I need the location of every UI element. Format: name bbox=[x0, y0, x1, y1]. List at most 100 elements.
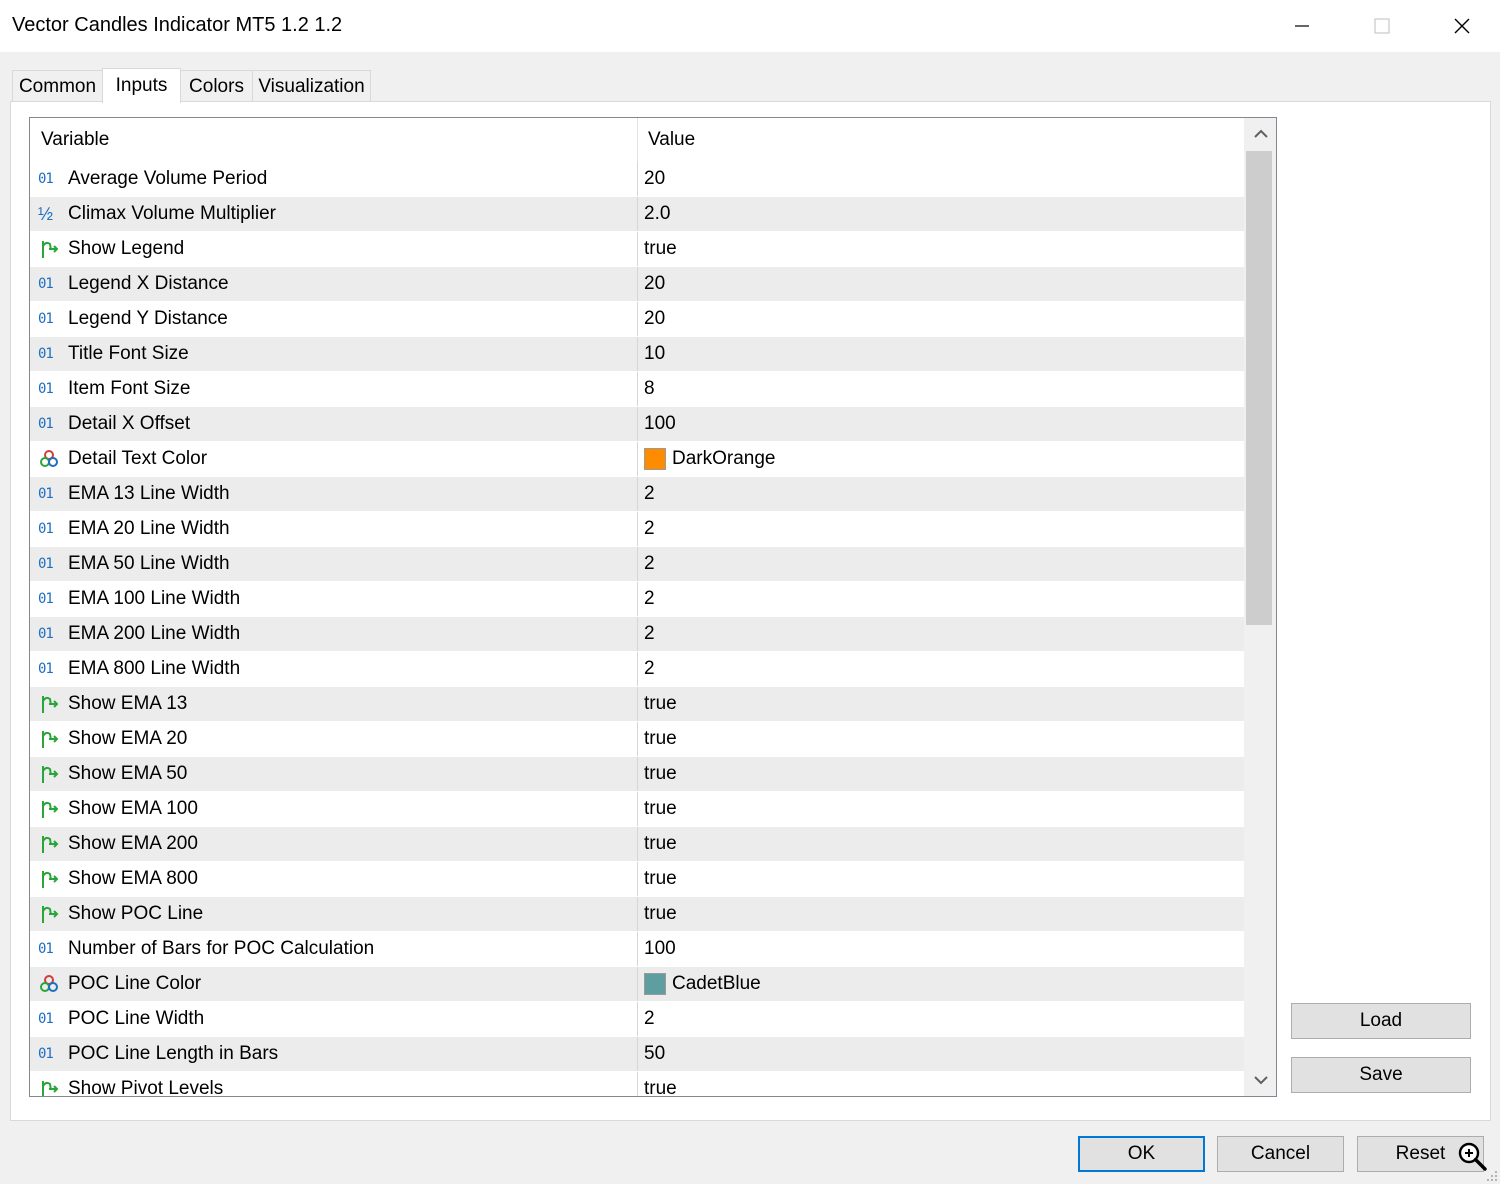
value-text: 8 bbox=[644, 378, 655, 399]
value-cell[interactable]: true bbox=[637, 792, 1244, 826]
variable-cell: Show EMA 20 bbox=[30, 722, 637, 756]
value-text: 2 bbox=[644, 518, 655, 539]
value-cell[interactable]: 2 bbox=[637, 1002, 1244, 1036]
table-row[interactable]: 01 EMA 50 Line Width 2 bbox=[30, 547, 1244, 582]
header-variable[interactable]: Variable bbox=[30, 118, 637, 162]
value-cell[interactable]: 2 bbox=[637, 512, 1244, 546]
value-cell[interactable]: 2 bbox=[637, 582, 1244, 616]
table-row[interactable]: 01 POC Line Width 2 bbox=[30, 1002, 1244, 1037]
value-cell[interactable]: 2 bbox=[637, 617, 1244, 651]
variable-name: POC Line Width bbox=[68, 1008, 205, 1029]
table-row[interactable]: 01 EMA 13 Line Width 2 bbox=[30, 477, 1244, 512]
value-cell[interactable]: 2 bbox=[637, 547, 1244, 581]
variable-cell: Show EMA 200 bbox=[30, 827, 637, 861]
variable-name: Item Font Size bbox=[68, 378, 191, 399]
value-cell[interactable]: true bbox=[637, 1072, 1244, 1097]
value-cell[interactable]: true bbox=[637, 722, 1244, 756]
value-cell[interactable]: 10 bbox=[637, 337, 1244, 371]
save-button[interactable]: Save bbox=[1291, 1057, 1471, 1093]
variable-name: Average Volume Period bbox=[68, 168, 268, 189]
value-cell[interactable]: CadetBlue bbox=[637, 967, 1244, 1001]
chevron-up-icon bbox=[1253, 129, 1268, 138]
load-button[interactable]: Load bbox=[1291, 1003, 1471, 1039]
ok-button[interactable]: OK bbox=[1078, 1136, 1205, 1172]
boolean-branch-icon bbox=[42, 241, 59, 258]
value-cell[interactable]: 2 bbox=[637, 477, 1244, 511]
variable-name: Detail Text Color bbox=[68, 448, 208, 469]
value-cell[interactable]: DarkOrange bbox=[637, 442, 1244, 476]
variable-name: Show Legend bbox=[68, 238, 185, 259]
vertical-scrollbar[interactable] bbox=[1244, 118, 1276, 1096]
scroll-down-button[interactable] bbox=[1244, 1064, 1276, 1096]
value-text: true bbox=[644, 763, 677, 784]
cancel-button[interactable]: Cancel bbox=[1217, 1136, 1344, 1172]
tab-common[interactable]: Common bbox=[12, 70, 103, 102]
table-row[interactable]: Detail Text Color DarkOrange bbox=[30, 442, 1244, 477]
value-cell[interactable]: 20 bbox=[637, 267, 1244, 301]
table-row[interactable]: 01 Item Font Size 8 bbox=[30, 372, 1244, 407]
boolean-branch-icon bbox=[42, 1081, 59, 1096]
table-row[interactable]: 01 EMA 100 Line Width 2 bbox=[30, 582, 1244, 617]
table-row[interactable]: Show EMA 50 true bbox=[30, 757, 1244, 792]
table-row[interactable]: Show EMA 20 true bbox=[30, 722, 1244, 757]
table-row[interactable]: ½ Climax Volume Multiplier 2.0 bbox=[30, 197, 1244, 232]
variable-name: Show EMA 200 bbox=[68, 833, 198, 854]
table-row[interactable]: Show EMA 13 true bbox=[30, 687, 1244, 722]
tab-inputs[interactable]: Inputs bbox=[102, 68, 181, 103]
table-row[interactable]: 01 Detail X Offset 100 bbox=[30, 407, 1244, 442]
value-text: 2 bbox=[644, 483, 655, 504]
variable-cell: Show EMA 800 bbox=[30, 862, 637, 896]
close-icon bbox=[1454, 18, 1470, 34]
table-row[interactable]: 01 Average Volume Period 20 bbox=[30, 162, 1244, 197]
value-cell[interactable]: true bbox=[637, 827, 1244, 861]
close-button[interactable] bbox=[1422, 0, 1500, 52]
value-cell[interactable]: true bbox=[637, 757, 1244, 791]
integer-type-icon: 01 bbox=[38, 626, 54, 642]
resize-grip-icon[interactable] bbox=[1484, 1168, 1498, 1182]
table-row[interactable]: 01 Legend X Distance 20 bbox=[30, 267, 1244, 302]
table-row[interactable]: Show Legend true bbox=[30, 232, 1244, 267]
scroll-up-button[interactable] bbox=[1244, 118, 1276, 150]
color-swatch bbox=[644, 448, 666, 470]
variable-name: Show Pivot Levels bbox=[68, 1078, 224, 1097]
value-cell[interactable]: 20 bbox=[637, 162, 1244, 196]
minimize-button[interactable] bbox=[1262, 0, 1342, 52]
value-cell[interactable]: 100 bbox=[637, 932, 1244, 966]
value-cell[interactable]: 2 bbox=[637, 652, 1244, 686]
boolean-branch-icon bbox=[42, 906, 59, 923]
scroll-thumb[interactable] bbox=[1246, 151, 1272, 625]
header-value[interactable]: Value bbox=[637, 118, 1244, 162]
value-cell[interactable]: 100 bbox=[637, 407, 1244, 441]
variable-cell: 01 Title Font Size bbox=[30, 337, 637, 371]
variable-cell: 01 EMA 100 Line Width bbox=[30, 582, 637, 616]
maximize-button[interactable] bbox=[1342, 0, 1422, 52]
table-row[interactable]: Show EMA 100 true bbox=[30, 792, 1244, 827]
value-text: true bbox=[644, 1078, 677, 1097]
table-row[interactable]: 01 EMA 200 Line Width 2 bbox=[30, 617, 1244, 652]
value-cell[interactable]: 20 bbox=[637, 302, 1244, 336]
value-text: true bbox=[644, 693, 677, 714]
table-row[interactable]: POC Line Color CadetBlue bbox=[30, 967, 1244, 1002]
variable-cell: 01 EMA 13 Line Width bbox=[30, 477, 637, 511]
table-row[interactable]: Show EMA 200 true bbox=[30, 827, 1244, 862]
value-cell[interactable]: true bbox=[637, 897, 1244, 931]
grid-header: Variable Value bbox=[30, 118, 1244, 162]
table-row[interactable]: Show Pivot Levels true bbox=[30, 1072, 1244, 1097]
tab-colors[interactable]: Colors bbox=[180, 70, 253, 102]
value-cell[interactable]: true bbox=[637, 232, 1244, 266]
value-cell[interactable]: 2.0 bbox=[637, 197, 1244, 231]
value-cell[interactable]: 8 bbox=[637, 372, 1244, 406]
table-row[interactable]: 01 EMA 800 Line Width 2 bbox=[30, 652, 1244, 687]
value-cell[interactable]: true bbox=[637, 862, 1244, 896]
variable-cell: POC Line Color bbox=[30, 967, 637, 1001]
tab-visualization[interactable]: Visualization bbox=[252, 70, 371, 102]
value-cell[interactable]: 50 bbox=[637, 1037, 1244, 1071]
table-row[interactable]: 01 Number of Bars for POC Calculation 100 bbox=[30, 932, 1244, 967]
table-row[interactable]: Show EMA 800 true bbox=[30, 862, 1244, 897]
table-row[interactable]: 01 POC Line Length in Bars 50 bbox=[30, 1037, 1244, 1072]
table-row[interactable]: Show POC Line true bbox=[30, 897, 1244, 932]
table-row[interactable]: 01 Title Font Size 10 bbox=[30, 337, 1244, 372]
table-row[interactable]: 01 EMA 20 Line Width 2 bbox=[30, 512, 1244, 547]
value-cell[interactable]: true bbox=[637, 687, 1244, 721]
table-row[interactable]: 01 Legend Y Distance 20 bbox=[30, 302, 1244, 337]
